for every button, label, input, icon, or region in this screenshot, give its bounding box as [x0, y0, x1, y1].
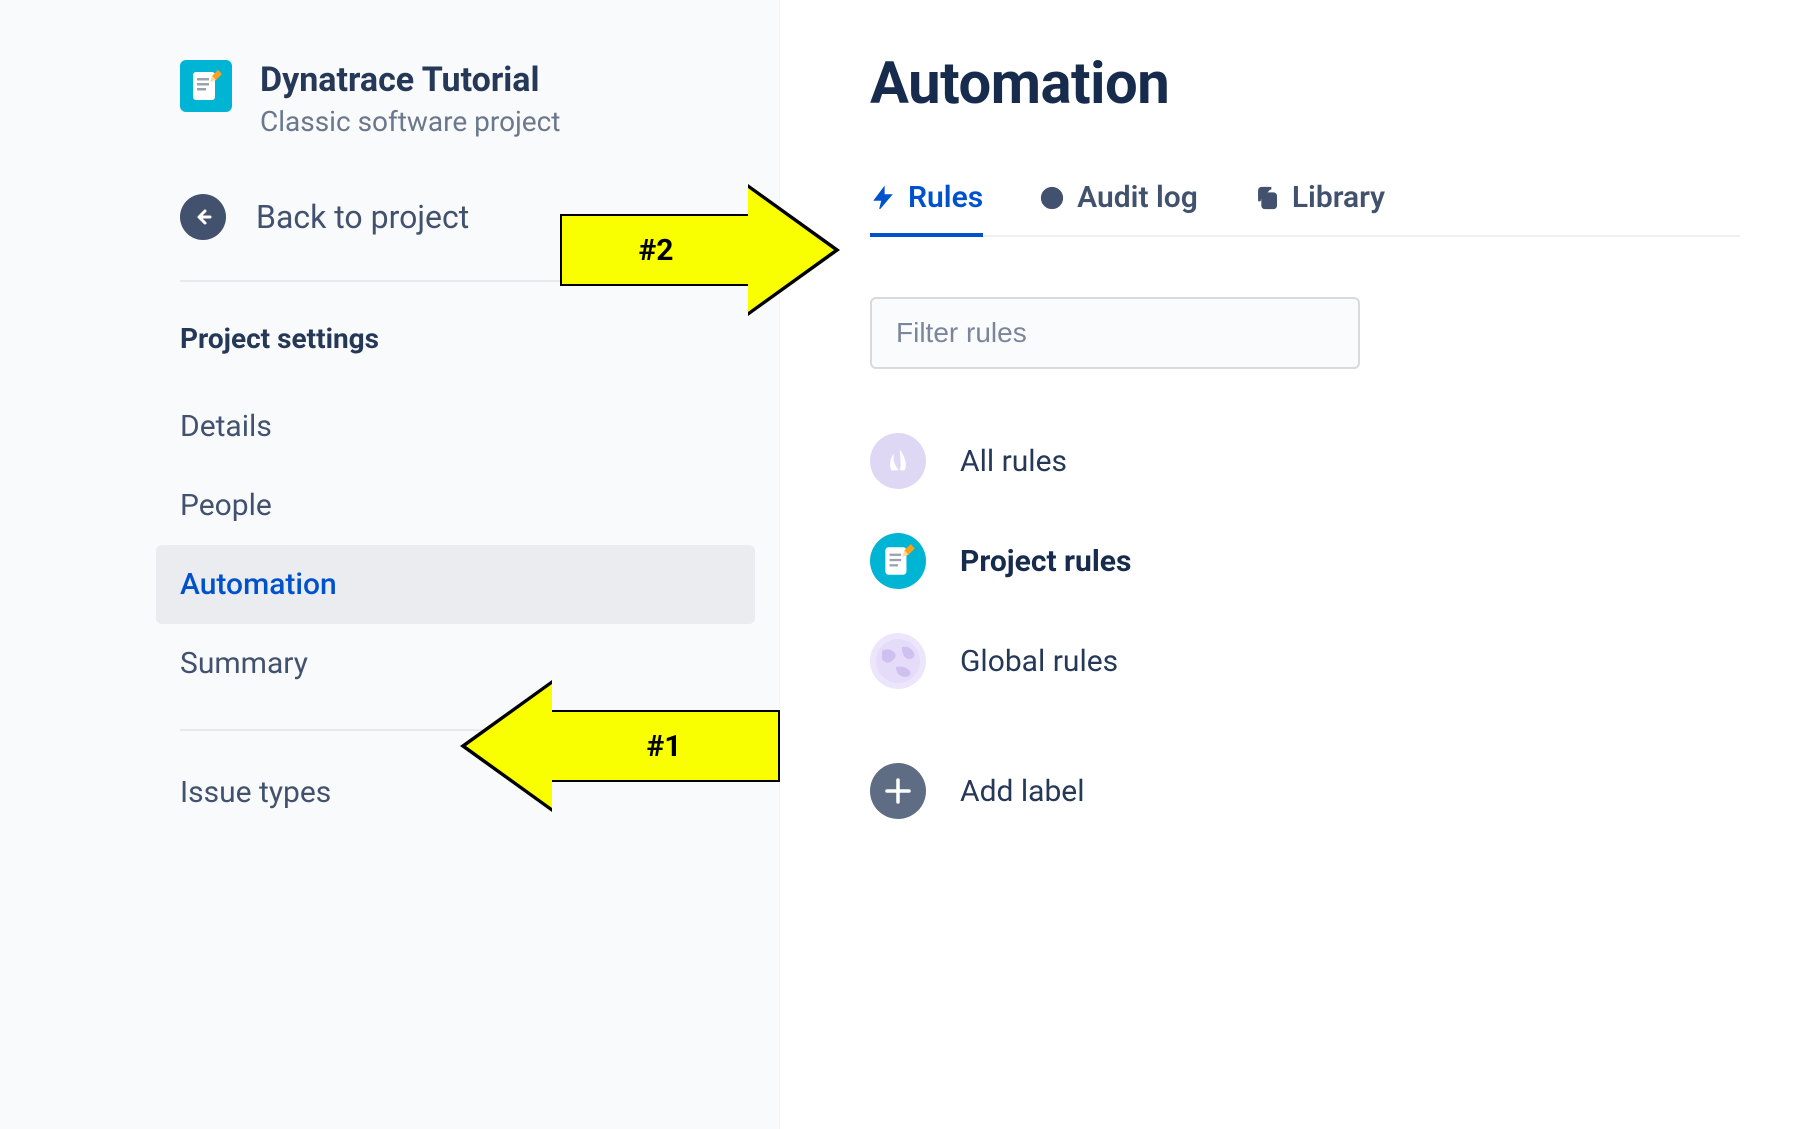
project-subtitle: Classic software project — [260, 105, 560, 138]
tabs: Rules Audit log Library — [870, 180, 1740, 237]
copy-icon — [1254, 185, 1280, 211]
project-settings-heading: Project settings — [180, 322, 759, 355]
rule-section-global-rules[interactable]: Global rules — [870, 611, 1740, 711]
tab-label: Library — [1292, 180, 1385, 215]
notepad-pencil-icon — [188, 68, 224, 104]
sidebar-item-automation[interactable]: Automation — [156, 545, 755, 624]
project-title: Dynatrace Tutorial — [260, 60, 560, 101]
main-content: Automation Rules Audit log Library — [780, 0, 1800, 1129]
rule-section-all-rules[interactable]: All rules — [870, 411, 1740, 511]
back-to-project-link[interactable]: Back to project — [180, 194, 759, 240]
tab-label: Rules — [908, 180, 983, 215]
sidebar-item-details[interactable]: Details — [180, 387, 755, 466]
sidebar-item-summary[interactable]: Summary — [180, 624, 755, 703]
sidebar-group-issue-types[interactable]: Issue types — [180, 771, 759, 832]
page-title: Automation — [870, 50, 1740, 118]
notepad-pencil-icon — [870, 533, 926, 589]
sidebar-item-people[interactable]: People — [180, 466, 755, 545]
tab-library[interactable]: Library — [1254, 180, 1385, 237]
tab-audit-log[interactable]: Audit log — [1039, 180, 1198, 237]
tab-label: Audit log — [1077, 180, 1198, 215]
sidebar-divider — [180, 280, 755, 282]
filter-rules-input[interactable] — [870, 297, 1360, 369]
rule-section-label: Global rules — [960, 644, 1118, 679]
back-to-project-label: Back to project — [256, 198, 469, 236]
rule-section-label: Project rules — [960, 544, 1131, 579]
back-arrow-icon — [180, 194, 226, 240]
globe-icon — [870, 633, 926, 689]
lightning-icon — [870, 185, 896, 211]
rule-section-add-label[interactable]: Add label — [870, 741, 1740, 841]
atlassian-logo-icon — [870, 433, 926, 489]
tab-rules[interactable]: Rules — [870, 180, 983, 237]
rule-section-project-rules[interactable]: Project rules — [870, 511, 1740, 611]
rule-sections-list: All rules Project rules — [870, 411, 1740, 841]
project-header: Dynatrace Tutorial Classic software proj… — [180, 60, 759, 138]
rule-section-label: All rules — [960, 444, 1067, 479]
project-avatar-icon — [180, 60, 232, 112]
sidebar: Dynatrace Tutorial Classic software proj… — [0, 0, 780, 1129]
plus-icon — [870, 763, 926, 819]
check-circle-icon — [1039, 185, 1065, 211]
sidebar-divider — [180, 729, 755, 731]
rule-section-label: Add label — [960, 774, 1085, 809]
